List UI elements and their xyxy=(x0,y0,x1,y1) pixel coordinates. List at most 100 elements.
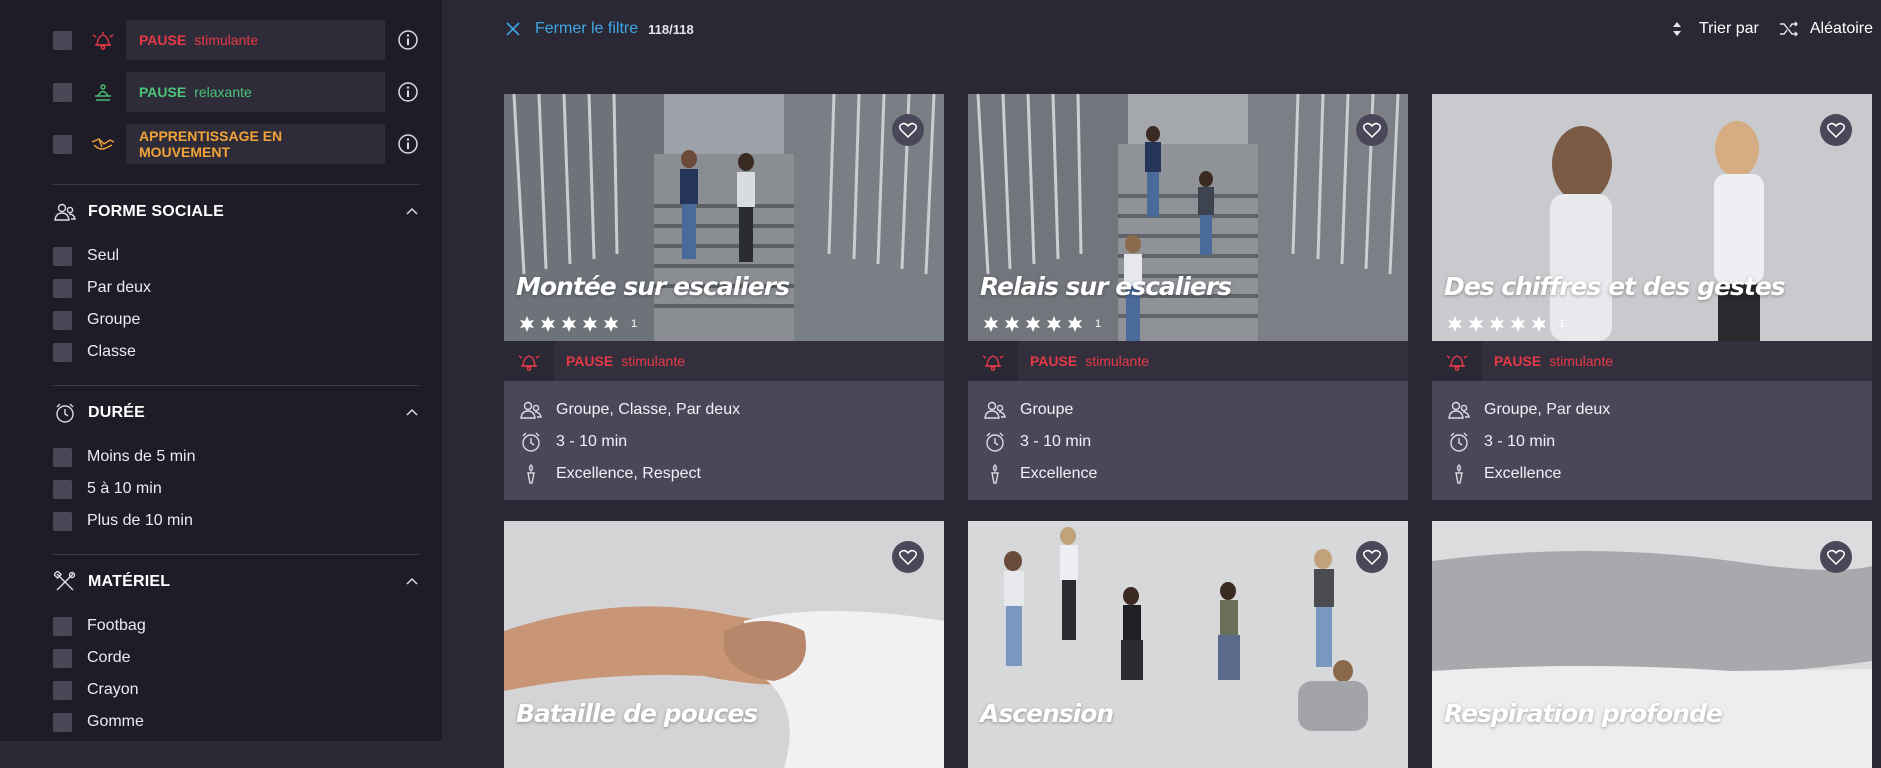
activity-card[interactable]: Montée sur escaliers 1 PAUSE stimulante G… xyxy=(504,94,944,500)
checkbox[interactable] xyxy=(53,648,72,668)
checkbox[interactable] xyxy=(53,511,72,531)
checkbox[interactable] xyxy=(53,278,72,298)
option-label: Corde xyxy=(87,649,131,666)
bell-icon xyxy=(1432,341,1482,381)
checkbox[interactable] xyxy=(53,246,72,266)
tools-icon xyxy=(53,570,77,594)
heart-icon[interactable] xyxy=(899,122,917,138)
section-header-material[interactable]: MATÉRIEL xyxy=(53,569,419,595)
card-meta: Groupe, Classe, Par deux 3 - 10 min Exce… xyxy=(504,381,944,500)
checkbox[interactable] xyxy=(53,30,72,50)
card-image[interactable]: Ascension xyxy=(968,521,1408,768)
close-filter-button[interactable]: Fermer le filtre 118/118 xyxy=(505,18,694,40)
option-par-deux[interactable]: Par deux xyxy=(53,277,151,299)
favorite-button[interactable] xyxy=(892,541,924,573)
torch-icon xyxy=(1446,462,1472,486)
checkbox[interactable] xyxy=(53,616,72,636)
section-header-social[interactable]: FORME SOCIALE xyxy=(53,199,419,225)
star-icon xyxy=(1532,316,1546,332)
close-filter-label[interactable]: Fermer le filtre xyxy=(535,20,638,38)
favorite-button[interactable] xyxy=(1356,114,1388,146)
option-plus-10[interactable]: Plus de 10 min xyxy=(53,510,193,532)
card-category: PAUSE stimulante xyxy=(968,341,1408,381)
info-icon[interactable] xyxy=(397,133,419,155)
category-label: PAUSE stimulante xyxy=(126,20,385,60)
social-icon xyxy=(982,398,1008,422)
divider xyxy=(53,554,419,555)
checkbox[interactable] xyxy=(53,712,72,732)
activity-card[interactable]: Bataille de pouces xyxy=(504,521,944,768)
timer-icon xyxy=(1446,430,1472,454)
info-icon[interactable] xyxy=(397,81,419,103)
ascension-photo xyxy=(968,521,1408,768)
star-icon xyxy=(1448,316,1462,332)
chevron-up-icon[interactable] xyxy=(405,205,419,219)
favorite-button[interactable] xyxy=(1356,541,1388,573)
chevron-up-icon[interactable] xyxy=(405,406,419,420)
option-footbag[interactable]: Footbag xyxy=(53,615,146,637)
category-filter-apprentissage[interactable]: APPRENTISSAGE EN MOUVEMENT xyxy=(53,124,423,164)
checkbox[interactable] xyxy=(53,82,72,102)
checkbox[interactable] xyxy=(53,447,72,467)
option-corde[interactable]: Corde xyxy=(53,647,131,669)
activity-card[interactable]: Des chiffres et des gestes 1 PAUSE stimul… xyxy=(1432,94,1872,500)
rating-stars: 1 xyxy=(518,315,637,333)
checkbox[interactable] xyxy=(53,134,72,154)
checkbox[interactable] xyxy=(53,342,72,362)
option-moins-5[interactable]: Moins de 5 min xyxy=(53,446,196,468)
social-icon xyxy=(53,200,77,224)
info-icon[interactable] xyxy=(397,29,419,51)
card-title: Montée sur escaliers xyxy=(516,272,790,301)
rating-count: 1 xyxy=(1559,318,1566,330)
card-image[interactable]: Relais sur escaliers 1 xyxy=(968,94,1408,341)
card-title: Respiration profonde xyxy=(1444,699,1723,728)
category-filter-stimulante[interactable]: PAUSE stimulante xyxy=(53,20,423,60)
activity-card[interactable]: Respiration profonde xyxy=(1432,521,1872,768)
two-girls-photo xyxy=(1432,94,1872,341)
sort-icon[interactable] xyxy=(1672,21,1682,37)
close-icon[interactable] xyxy=(505,21,521,37)
social-form: Groupe, Classe, Par deux xyxy=(556,401,741,418)
card-image[interactable]: Des chiffres et des gestes 1 xyxy=(1432,94,1872,341)
option-label: Groupe xyxy=(87,311,141,328)
category-bold: PAUSE xyxy=(139,84,187,100)
checkbox[interactable] xyxy=(53,479,72,499)
card-title: Bataille de pouces xyxy=(516,699,758,728)
category-filter-relaxante[interactable]: PAUSE relaxante xyxy=(53,72,423,112)
chevron-up-icon[interactable] xyxy=(405,575,419,589)
heart-icon[interactable] xyxy=(1363,549,1381,565)
star-icon xyxy=(583,316,597,332)
card-title: Ascension xyxy=(980,699,1114,728)
favorite-button[interactable] xyxy=(892,114,924,146)
checkbox[interactable] xyxy=(53,680,72,700)
heart-icon[interactable] xyxy=(1827,122,1845,138)
checkbox[interactable] xyxy=(53,310,72,330)
stairs-relay-photo xyxy=(968,94,1408,341)
option-gomme[interactable]: Gomme xyxy=(53,711,144,733)
option-5-10[interactable]: 5 à 10 min xyxy=(53,478,162,500)
social-form: Groupe, Par deux xyxy=(1484,401,1611,418)
card-category: PAUSE stimulante xyxy=(1432,341,1872,381)
option-groupe[interactable]: Groupe xyxy=(53,309,140,331)
heart-icon[interactable] xyxy=(1827,549,1845,565)
section-header-duration[interactable]: DURÉE xyxy=(53,400,419,426)
timer-icon xyxy=(53,401,77,425)
card-image[interactable]: Bataille de pouces xyxy=(504,521,944,768)
sort-label[interactable]: Trier par xyxy=(1699,20,1759,38)
heart-icon[interactable] xyxy=(899,549,917,565)
activity-card[interactable]: Relais sur escaliers 1 PAUSE stimulante G… xyxy=(968,94,1408,500)
heart-icon[interactable] xyxy=(1363,122,1381,138)
favorite-button[interactable] xyxy=(1820,114,1852,146)
favorite-button[interactable] xyxy=(1820,541,1852,573)
card-image[interactable]: Respiration profonde xyxy=(1432,521,1872,768)
shuffle-icon[interactable] xyxy=(1779,20,1799,38)
learning-icon xyxy=(90,131,116,157)
option-classe[interactable]: Classe xyxy=(53,341,136,363)
option-seul[interactable]: Seul xyxy=(53,245,119,267)
option-crayon[interactable]: Crayon xyxy=(53,679,139,701)
activity-card[interactable]: Ascension xyxy=(968,521,1408,768)
random-sort-label[interactable]: Aléatoire xyxy=(1810,20,1873,38)
card-image[interactable]: Montée sur escaliers 1 xyxy=(504,94,944,341)
star-icon xyxy=(541,316,555,332)
star-icon xyxy=(520,316,534,332)
